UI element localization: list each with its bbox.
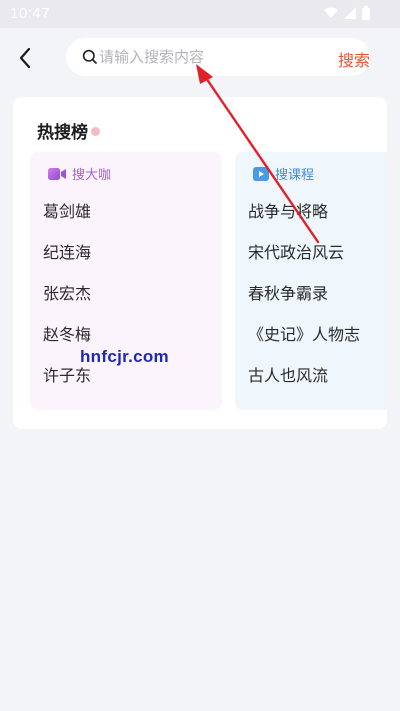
status-icons	[324, 6, 370, 20]
hot-search-title-text: 热搜榜	[37, 123, 88, 143]
experts-panel: 搜大咖 葛剑雄 纪连海 张宏杰 赵冬梅 许子东	[30, 152, 222, 410]
hot-dot-icon	[91, 127, 100, 136]
back-button[interactable]	[14, 46, 38, 70]
battery-icon	[362, 6, 370, 20]
list-item[interactable]: 宋代政治风云	[248, 241, 360, 282]
list-item[interactable]: 张宏杰	[43, 282, 91, 323]
watermark-text: hnfcjr.com	[80, 347, 169, 366]
search-box[interactable]	[66, 38, 370, 76]
list-item[interactable]: 纪连海	[43, 241, 91, 282]
search-button[interactable]: 搜索	[338, 47, 370, 71]
list-item[interactable]: 古人也风流	[248, 364, 360, 405]
video-camera-icon	[48, 167, 66, 180]
hot-search-panels[interactable]: 搜大咖 葛剑雄 纪连海 张宏杰 赵冬梅 许子东 搜课程 战争与将略 宋代政治风云	[30, 152, 387, 410]
signal-icon	[344, 7, 356, 19]
courses-panel-label: 搜课程	[275, 168, 315, 183]
list-item[interactable]: 春秋争霸录	[248, 282, 360, 323]
list-item[interactable]: 战争与将略	[248, 200, 360, 241]
list-item[interactable]: 许子东	[43, 364, 91, 405]
experts-list: 葛剑雄 纪连海 张宏杰 赵冬梅 许子东	[43, 200, 91, 405]
courses-panel: 搜课程 战争与将略 宋代政治风云 春秋争霸录 《史记》人物志 古人也风流	[235, 152, 387, 410]
hot-search-card: 热搜榜 搜大咖 葛剑雄 纪连海 张宏杰 赵冬梅 许子东 搜课程 战争与将略 宋代…	[13, 97, 387, 429]
chevron-left-icon	[19, 47, 31, 69]
play-icon	[253, 166, 269, 181]
search-input[interactable]	[99, 46, 299, 68]
experts-panel-header[interactable]: 搜大咖	[48, 164, 111, 183]
search-icon	[82, 49, 97, 64]
hot-search-title: 热搜榜	[37, 118, 100, 143]
courses-list: 战争与将略 宋代政治风云 春秋争霸录 《史记》人物志 古人也风流	[248, 200, 360, 405]
experts-panel-label: 搜大咖	[72, 168, 112, 183]
list-item[interactable]: 《史记》人物志	[248, 323, 360, 364]
courses-panel-header[interactable]: 搜课程	[253, 164, 314, 183]
list-item[interactable]: 葛剑雄	[43, 200, 91, 241]
search-header: 搜索	[0, 38, 400, 78]
status-time: 10:47	[10, 5, 51, 22]
wifi-icon	[324, 7, 338, 18]
status-bar: 10:47	[0, 0, 400, 28]
